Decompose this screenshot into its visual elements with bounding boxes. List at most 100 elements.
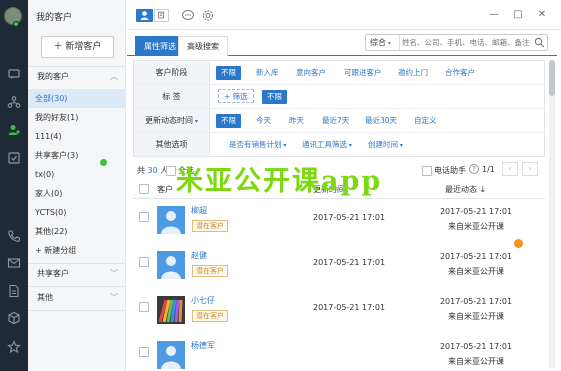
message-icon[interactable] bbox=[180, 9, 196, 22]
maximize-icon[interactable]: □ bbox=[512, 9, 524, 21]
filter-option[interactable]: 合作客户 bbox=[440, 66, 480, 80]
sidebar-item-ycts[interactable]: YCTS(0) bbox=[28, 203, 126, 222]
close-icon[interactable]: ✕ bbox=[536, 9, 548, 21]
section-label: 其他 bbox=[37, 293, 53, 302]
customer-name[interactable]: 赵健 bbox=[191, 250, 207, 261]
last-activity-time: 2017-05-21 17:01 bbox=[439, 207, 513, 216]
status-badge: 潜在客户 bbox=[192, 220, 228, 232]
row-checkbox[interactable] bbox=[139, 257, 149, 267]
filter-option[interactable]: 自定义 bbox=[409, 114, 442, 128]
scrollbar-track[interactable] bbox=[549, 60, 555, 368]
filter-panel: 客户阶段 不限 新入库 意向客户 可跟进客户 邀约上门 合作客户 标 签 + 筛… bbox=[133, 60, 546, 157]
filter-label: 标 签 bbox=[134, 85, 210, 108]
col-customer[interactable]: 客户 bbox=[157, 184, 173, 195]
phone-icon[interactable] bbox=[7, 229, 21, 243]
filter-option[interactable]: 可跟进客户 bbox=[339, 66, 387, 80]
cube-icon[interactable] bbox=[7, 311, 21, 325]
select-all-checkbox[interactable] bbox=[166, 166, 176, 176]
section-shared[interactable]: 共享客户 ﹀ bbox=[28, 264, 126, 284]
chat-icon[interactable] bbox=[7, 67, 21, 81]
filter-option[interactable]: 不限 bbox=[216, 114, 241, 128]
filter-option[interactable]: 今天 bbox=[251, 114, 276, 128]
table-row[interactable]: 杨德军 2017-05-21 17:01 来自米亚公开课 bbox=[133, 335, 545, 371]
comm-tool-dropdown[interactable]: 通讯工具筛选 ▾ bbox=[297, 138, 357, 152]
sidebar-item-111[interactable]: 111(4) bbox=[28, 127, 126, 146]
filter-row-tag: 标 签 + 筛选 不限 bbox=[134, 85, 546, 109]
default-avatar-icon[interactable] bbox=[157, 206, 185, 234]
section-my-customers[interactable]: 我的客户 ︿ bbox=[28, 67, 126, 87]
phone-helper-checkbox[interactable] bbox=[422, 166, 432, 176]
last-activity-source: 来自米亚公开课 bbox=[448, 312, 504, 321]
sidebar-item-friends[interactable]: 我的好友(1) bbox=[28, 108, 126, 127]
tab-advanced-search[interactable]: 高级搜索 bbox=[178, 36, 228, 56]
chevron-up-icon: ︿ bbox=[110, 72, 118, 81]
filter-option[interactable]: 最近30天 bbox=[360, 114, 402, 128]
filter-option[interactable]: 不限 bbox=[262, 90, 287, 104]
top-bar: — □ ✕ bbox=[127, 0, 561, 30]
last-activity-time: 2017-05-21 17:01 bbox=[439, 252, 513, 261]
pencils-avatar-icon[interactable] bbox=[157, 296, 185, 324]
sidebar-item-shared[interactable]: 共享客户(3) bbox=[28, 146, 126, 165]
customer-icon[interactable] bbox=[7, 123, 21, 137]
sidebar-item-other[interactable]: 其他(22) bbox=[28, 222, 126, 241]
section-label: 共享客户 bbox=[37, 269, 69, 278]
filter-option[interactable]: 不限 bbox=[216, 66, 241, 80]
filter-option[interactable]: 邀约上门 bbox=[393, 66, 433, 80]
update-time: 2017-05-21 17:01 bbox=[313, 258, 386, 267]
section-other[interactable]: 其他 ﹀ bbox=[28, 288, 126, 308]
sidebar-item-family[interactable]: 家人(0) bbox=[28, 184, 126, 203]
filter-label: 更新动态时间 ▾ bbox=[134, 109, 210, 132]
dropdown-label: 通讯工具筛选 bbox=[302, 140, 347, 149]
default-avatar-icon[interactable] bbox=[157, 341, 185, 369]
watermark: 米亚公开课app bbox=[176, 166, 383, 197]
update-time: 2017-05-21 17:01 bbox=[313, 213, 386, 222]
mail-icon[interactable] bbox=[7, 256, 21, 270]
next-page-icon[interactable]: › bbox=[522, 162, 538, 176]
sidebar-title: 我的客户 bbox=[36, 13, 73, 23]
new-customer-label: 新增客户 bbox=[65, 42, 102, 52]
filter-option[interactable]: 最近7天 bbox=[317, 114, 354, 128]
search-scope-select[interactable]: 综合 ▾ bbox=[366, 35, 400, 50]
customer-name[interactable]: 小七仔 bbox=[191, 295, 215, 306]
row-checkbox[interactable] bbox=[139, 302, 149, 312]
col-last-activity[interactable]: 最近动态 ↓ bbox=[445, 184, 486, 195]
help-icon[interactable]: ? bbox=[469, 164, 479, 174]
row-checkbox[interactable] bbox=[139, 347, 149, 357]
new-group-link[interactable]: + 新建分组 bbox=[28, 241, 126, 260]
scrollbar-thumb[interactable] bbox=[549, 60, 555, 96]
total-number: 30 bbox=[147, 166, 158, 175]
filter-option[interactable]: 昨天 bbox=[284, 114, 309, 128]
sales-plan-dropdown[interactable]: 是否有销售计划 ▾ bbox=[224, 138, 291, 152]
filter-option[interactable]: 新入库 bbox=[251, 66, 284, 80]
create-time-dropdown[interactable]: 创建时间 ▾ bbox=[363, 138, 408, 152]
search-icon[interactable] bbox=[534, 37, 545, 48]
sidebar-item-tx[interactable]: tx(0) bbox=[28, 165, 126, 184]
header-checkbox[interactable] bbox=[139, 184, 149, 194]
tag-filter-button[interactable]: + 筛选 bbox=[218, 89, 254, 103]
company-tab-icon[interactable] bbox=[154, 9, 169, 22]
online-status-icon bbox=[13, 21, 19, 27]
org-icon[interactable] bbox=[7, 95, 21, 109]
task-icon[interactable] bbox=[7, 151, 21, 165]
green-status-dot bbox=[100, 159, 107, 166]
settings-icon[interactable] bbox=[200, 9, 216, 22]
last-activity-source: 来自米亚公开课 bbox=[448, 357, 504, 366]
customer-name[interactable]: 柳超 bbox=[191, 205, 207, 216]
new-customer-button[interactable]: ＋ 新增客户 bbox=[41, 36, 114, 58]
customer-name[interactable]: 杨德军 bbox=[191, 340, 215, 351]
file-icon[interactable] bbox=[7, 284, 21, 298]
sidebar-item-all[interactable]: 全部(30) bbox=[28, 89, 126, 108]
filter-row-stage: 客户阶段 不限 新入库 意向客户 可跟进客户 邀约上门 合作客户 bbox=[134, 61, 546, 85]
row-checkbox[interactable] bbox=[139, 212, 149, 222]
filter-option[interactable]: 意向客户 bbox=[291, 66, 331, 80]
default-avatar-icon[interactable] bbox=[157, 251, 185, 279]
icon-rail bbox=[0, 0, 28, 371]
search-input[interactable] bbox=[402, 35, 530, 50]
minimize-icon[interactable]: — bbox=[488, 9, 500, 21]
star-icon[interactable] bbox=[7, 340, 21, 354]
dropdown-label: 创建时间 bbox=[368, 140, 398, 149]
last-activity-time: 2017-05-21 17:01 bbox=[439, 342, 513, 351]
prev-page-icon[interactable]: ‹ bbox=[502, 162, 518, 176]
last-activity-source: 来自米亚公开课 bbox=[448, 222, 504, 231]
person-tab-icon[interactable] bbox=[136, 9, 153, 22]
